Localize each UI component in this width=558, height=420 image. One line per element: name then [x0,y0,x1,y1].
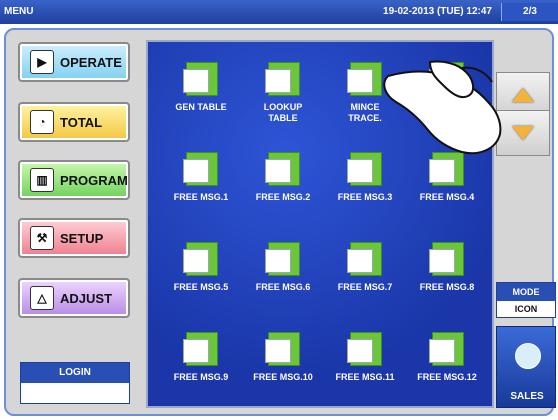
tile-free-msg-8[interactable]: FREE MSG.8 [402,230,492,310]
document-icon [347,332,382,366]
document-icon [265,152,300,186]
sales-button[interactable]: SALES [496,326,556,408]
tile-free-msg-1[interactable]: FREE MSG.1 [156,140,246,220]
tile-label: FREE MSG.4 [419,192,475,202]
tile-label: FREE MSG.8 [419,282,475,292]
tile-label: LOOKUP TABLE [263,102,303,123]
tile-free-msg-7[interactable]: FREE MSG.7 [320,230,410,310]
page-indicator: 2/3 [501,3,558,21]
tile-label: GEN TABLE [175,102,227,112]
scale-icon: △ [30,286,54,310]
book-icon: ▥ [30,168,54,192]
tile-label: FREE MSG.11 [335,372,395,382]
login-panel[interactable]: LOGIN [20,362,130,404]
tile-label: FREE MSG.9 [173,372,229,382]
document-icon [183,242,218,276]
tile-free-msg-11[interactable]: FREE MSG.11 [320,320,410,400]
mode-label: MODE [497,283,555,301]
operate-button[interactable]: ▶ OPERATE [18,42,130,82]
window-title: MENU [4,6,34,17]
adjust-button[interactable]: △ ADJUST [18,278,130,318]
document-icon [183,332,218,366]
login-label: LOGIN [21,363,129,383]
tile-label: FREE MSG.2 [255,192,311,202]
tile-label: FREE MSG.12 [417,372,477,382]
clock-icon: ◔ [30,110,54,134]
program-button[interactable]: ▥ PROGRAM [18,160,130,200]
setup-label: SETUP [60,230,104,246]
setup-button[interactable]: ⚒ SETUP [18,218,130,258]
datetime: 19-02-2013 (TUE) 12:47 [383,6,492,17]
sales-label: SALES [510,391,544,402]
tile-label: FREE MSG.3 [337,192,393,202]
document-icon [429,242,464,276]
triangle-down-icon [512,126,534,140]
program-label: PROGRAM [60,172,128,188]
tile-free-msg-5[interactable]: FREE MSG.5 [156,230,246,310]
document-icon [183,152,218,186]
play-icon: ▶ [30,50,54,74]
tile-label: FREE MSG.6 [255,282,311,292]
mode-panel[interactable]: MODE ICON [496,282,556,318]
tile-label: FREE MSG.10 [253,372,313,382]
document-icon [347,242,382,276]
triangle-up-icon [512,88,534,102]
document-icon [265,62,300,96]
document-icon [265,332,300,366]
adjust-label: ADJUST [60,290,113,306]
total-label: TOTAL [60,114,103,130]
document-icon [183,62,218,96]
tile-free-msg-10[interactable]: FREE MSG.10 [238,320,328,400]
tile-free-msg-12[interactable]: FREE MSG.12 [402,320,492,400]
mode-value: ICON [514,304,538,314]
document-icon [265,242,300,276]
operate-label: OPERATE [60,54,122,70]
tile-label: FREE MSG.7 [337,282,393,292]
title-bar: MENU 19-02-2013 (TUE) 12:47 2/3 [0,0,558,24]
tile-lookup-table[interactable]: LOOKUP TABLE [238,50,328,130]
tile-free-msg-9[interactable]: FREE MSG.9 [156,320,246,400]
tile-label: FREE MSG.5 [173,282,229,292]
tile-gen-table[interactable]: GEN TABLE [156,50,246,130]
play-icon [515,343,541,369]
pointing-hand-icon [383,60,502,155]
tile-free-msg-2[interactable]: FREE MSG.2 [238,140,328,220]
wrench-icon: ⚒ [30,226,54,250]
tile-free-msg-6[interactable]: FREE MSG.6 [238,230,328,310]
tile-label: FREE MSG.1 [173,192,229,202]
total-button[interactable]: ◔ TOTAL [18,102,130,142]
document-icon [429,332,464,366]
